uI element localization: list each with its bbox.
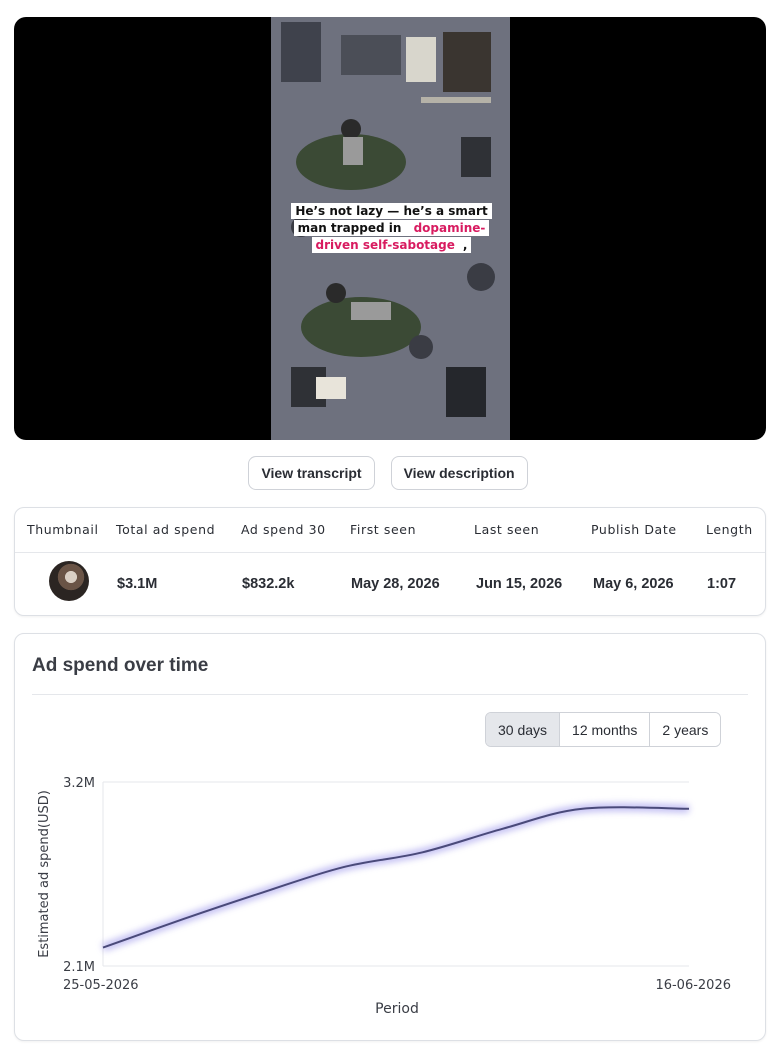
last-seen-value: Jun 15, 2026 — [476, 576, 563, 592]
ad-stats-table: Thumbnail Total ad spend Ad spend 30 Fir… — [14, 507, 766, 616]
series-line — [102, 806, 690, 949]
publish-date-value: May 6, 2026 — [593, 576, 674, 592]
video-caption: He’s not lazy — he’s a smart man trapped… — [289, 203, 494, 254]
video-player[interactable]: He’s not lazy — he’s a smart man trapped… — [14, 17, 766, 440]
y-tick-label-max: 3.2M — [63, 776, 95, 791]
x-tick-label-end: 16-06-2026 — [655, 978, 731, 993]
view-transcript-button[interactable]: View transcript — [248, 456, 375, 490]
video-frame: He’s not lazy — he’s a smart man trapped… — [271, 17, 510, 440]
length-value: 1:07 — [707, 576, 737, 592]
y-axis-title: Estimated ad spend(USD) — [37, 790, 52, 958]
view-description-button[interactable]: View description — [390, 456, 528, 490]
header-divider — [15, 552, 765, 553]
header-first-seen: First seen — [350, 522, 417, 537]
y-tick-label-min: 2.1M — [63, 960, 95, 975]
header-publish-date: Publish Date — [591, 522, 677, 537]
video-actions: View transcript View description — [0, 456, 776, 490]
series-line-glow — [101, 803, 690, 952]
total-ad-spend-value: $3.1M — [117, 576, 158, 592]
header-ad-spend-30: Ad spend 30 — [241, 522, 326, 537]
first-seen-value: May 28, 2026 — [351, 576, 440, 592]
caption-suffix: , — [458, 237, 472, 253]
header-last-seen: Last seen — [474, 522, 540, 537]
ad-spend-30-value: $832.2k — [242, 576, 295, 592]
header-length: Length — [706, 522, 753, 537]
ad-spend-chart-card: Ad spend over time 30 days 12 months 2 y… — [14, 633, 766, 1041]
ad-spend-line-chart: 3.2M 2.1M 25-05-2026 16-06-2026 Period Estima… — [37, 776, 731, 1017]
x-axis-title: Period — [375, 1001, 419, 1017]
x-tick-label-start: 25-05-2026 — [63, 978, 139, 993]
thumbnail-avatar[interactable] — [49, 561, 89, 601]
header-thumbnail: Thumbnail — [27, 522, 99, 537]
header-total-ad-spend: Total ad spend — [116, 522, 216, 537]
